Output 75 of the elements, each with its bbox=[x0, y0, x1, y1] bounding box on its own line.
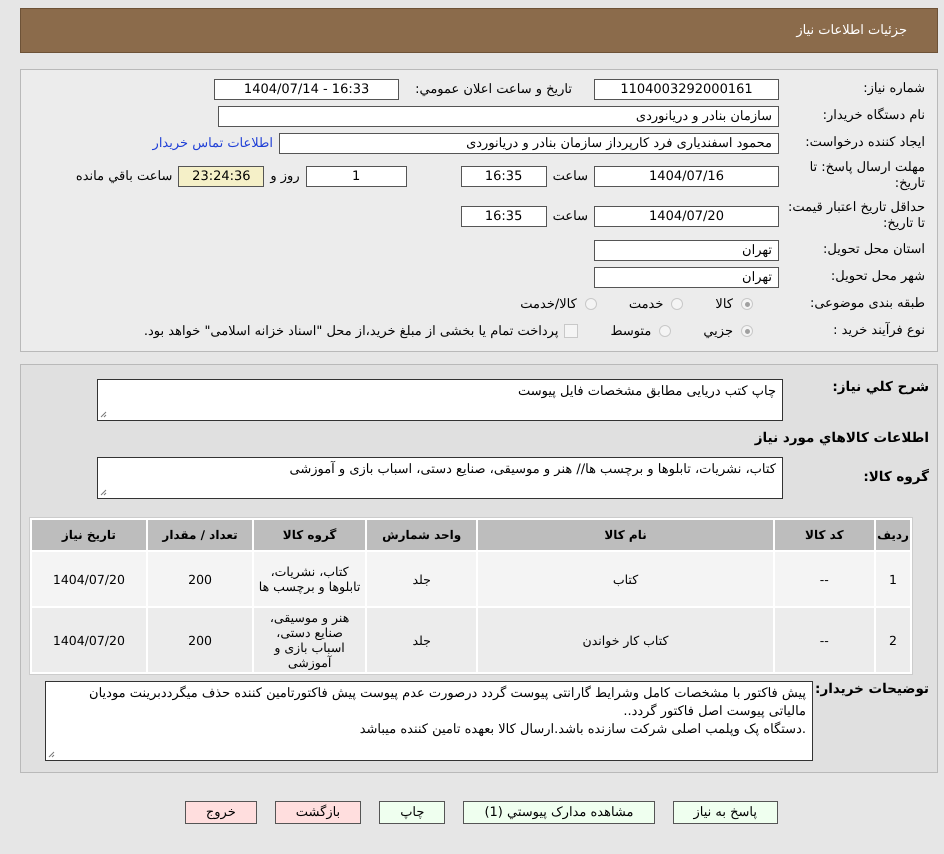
resize-grip-icon[interactable] bbox=[48, 751, 55, 758]
action-button[interactable]: چاپ bbox=[379, 801, 446, 824]
validity-time-field[interactable]: 16:35 bbox=[460, 206, 547, 226]
action-button[interactable]: خروج bbox=[184, 801, 257, 824]
radio-label: خدمت bbox=[628, 296, 664, 312]
city-field[interactable]: تهران bbox=[594, 266, 779, 288]
field-label: استان محل تحويل: bbox=[822, 242, 925, 258]
column-header: تعداد / مقدار bbox=[148, 520, 252, 550]
table-cell: هنر و موسیقی، صنایع دستی، اسباب بازی و آموزشی bbox=[254, 608, 365, 672]
column-header: رديف bbox=[876, 520, 910, 550]
column-header: تاريخ نياز bbox=[32, 520, 146, 550]
days-field[interactable]: 1 bbox=[306, 166, 407, 186]
field-label: مهلت ارسال پاسخ: تا تاريخ: bbox=[808, 160, 925, 192]
field-label: نام دستگاه خريدار: bbox=[822, 108, 925, 124]
table-cell: 1404/07/20 bbox=[32, 608, 146, 672]
field-label: تاريخ و ساعت اعلان عمومي: bbox=[415, 82, 572, 96]
table-cell: -- bbox=[774, 608, 874, 672]
field-label: گروه کالا: bbox=[862, 469, 929, 485]
radio-button[interactable] bbox=[741, 325, 753, 337]
buyer-contact-link[interactable]: اطلاعات تماس خريدار bbox=[152, 136, 273, 150]
field-label: ساعت باقي مانده bbox=[76, 168, 172, 184]
column-header: گروه کالا bbox=[254, 520, 365, 550]
radio-button[interactable] bbox=[584, 298, 597, 310]
radio-label: جزيي bbox=[703, 324, 733, 338]
radio-button[interactable] bbox=[659, 325, 672, 337]
field-label: طبقه بندی موضوعی: bbox=[808, 296, 925, 312]
buyer-org-field[interactable]: سازمان بنادر و دریانوردی bbox=[218, 106, 779, 126]
column-header: واحد شمارش bbox=[366, 520, 476, 550]
table-cell: جلد bbox=[366, 608, 476, 672]
resize-grip-icon[interactable] bbox=[100, 411, 107, 418]
validity-date-field[interactable]: 1404/07/20 bbox=[594, 206, 779, 226]
requester-field[interactable]: محمود اسفندیاری فرد کارپرداز سازمان بنادر و دریانوردی bbox=[279, 132, 779, 154]
radio-label: متوسط bbox=[610, 324, 652, 338]
field-label: ساعت bbox=[552, 208, 588, 224]
table-cell: کتاب کار خواندن bbox=[478, 608, 773, 672]
action-button[interactable]: مشاهده مدارک پيوستي (1) bbox=[463, 801, 654, 824]
radio-label: کالا bbox=[715, 296, 733, 312]
field-label: روز و bbox=[270, 168, 300, 184]
checkbox[interactable] bbox=[564, 324, 578, 338]
table-cell: 1404/07/20 bbox=[32, 552, 146, 606]
column-header: کد کالا bbox=[774, 520, 874, 550]
field-label: شماره نياز: bbox=[862, 81, 925, 97]
need-number-field[interactable]: 1104003292000161 bbox=[594, 78, 779, 100]
deadline-time-field[interactable]: 16:35 bbox=[460, 166, 547, 186]
field-label: ساعت bbox=[552, 168, 588, 184]
radio-button[interactable] bbox=[671, 298, 684, 310]
radio-label: کالا/خدمت bbox=[520, 296, 577, 312]
table-cell: 2 bbox=[876, 608, 910, 672]
province-field[interactable]: تهران bbox=[594, 240, 779, 260]
field-label: حداقل تاريخ اعتبار قيمت: تا تاريخ: bbox=[786, 200, 925, 232]
table-cell: جلد bbox=[366, 552, 476, 606]
payment-note: پرداخت تمام يا بخشی از مبلغ خريد،از محل "اسناد خزانه اسلامی" خواهد بود. bbox=[144, 324, 558, 338]
table-cell: 200 bbox=[148, 608, 252, 672]
radio-button[interactable] bbox=[741, 298, 753, 310]
column-header: نام کالا bbox=[478, 520, 773, 550]
action-button[interactable]: پاسخ به نياز bbox=[672, 801, 778, 824]
resize-grip-icon[interactable] bbox=[100, 489, 107, 496]
page-title: جزئیات اطلاعات نیاز bbox=[796, 23, 907, 38]
deadline-date-field[interactable]: 1404/07/16 bbox=[594, 166, 779, 186]
table-cell: کتاب، نشریات، تابلوها و برچسب ها bbox=[254, 552, 365, 606]
section-heading: اطلاعات کالاهاي مورد نياز bbox=[754, 430, 929, 446]
field-label: شرح کلي نياز: bbox=[831, 379, 929, 395]
field-label: نوع فرآيند خريد : bbox=[832, 323, 925, 339]
field-label: ايجاد کننده درخواست: bbox=[804, 135, 925, 151]
buyer-notes-field[interactable]: پیش فاکتور با مشخصات کامل وشرایط گارانتی پیوست گردد درصورت عدم پیوست پیش فاکتورتامین کننده حذف میگرددبرینت مودیان مالیاتی پیوست اصل فاکتور گردد.. .دستگاه پک وپلمب اصلی شرکت سازنده باشد.ارسال کالا بعهده تامین کننده میباشد bbox=[45, 681, 813, 761]
field-label: شهر محل تحويل: bbox=[830, 269, 925, 285]
table-cell: -- bbox=[774, 552, 874, 606]
summary-field[interactable]: چاپ کتب دریایی مطابق مشخصات فایل پیوست bbox=[97, 379, 783, 421]
table-cell: 1 bbox=[876, 552, 910, 606]
goods-group-field[interactable]: کتاب، نشریات، تابلوها و برچسب ها// هنر و موسیقی، صنایع دستی، اسباب بازی و آموزشی bbox=[97, 457, 783, 499]
remaining-time-field[interactable]: 23:24:36 bbox=[178, 166, 264, 186]
table-cell: کتاب bbox=[478, 552, 773, 606]
announce-date-field[interactable]: 1404/07/14 - 16:33 bbox=[214, 78, 400, 100]
table-cell: 200 bbox=[148, 552, 252, 606]
action-button[interactable]: بازگشت bbox=[274, 801, 362, 824]
